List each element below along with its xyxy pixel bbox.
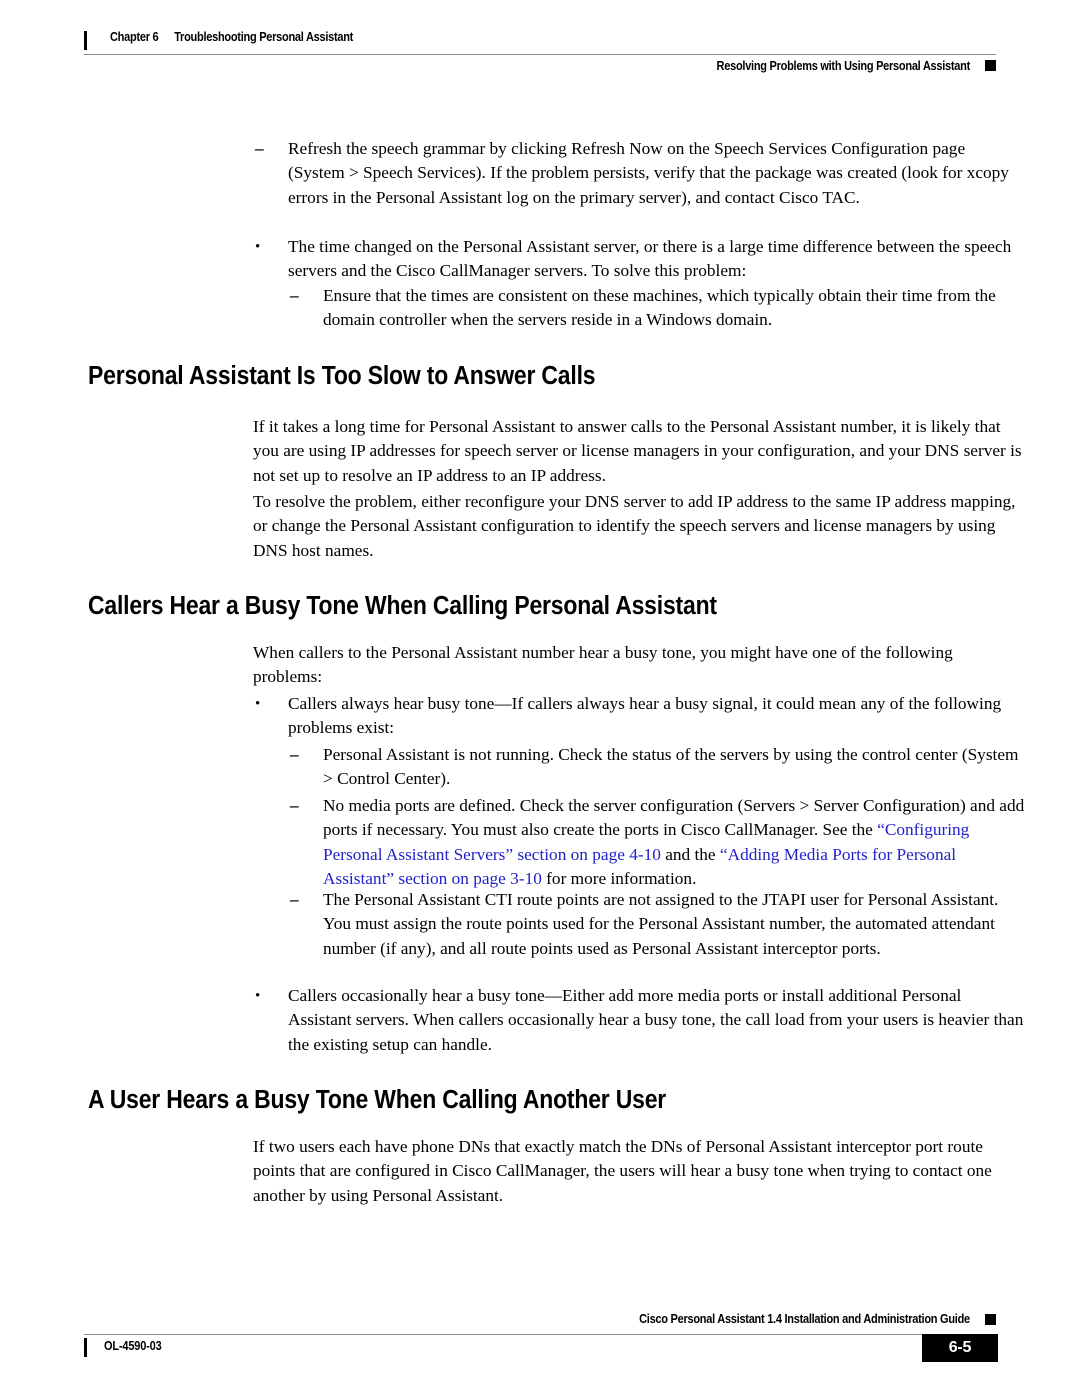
header-chapter-title: Troubleshooting Personal Assistant <box>174 30 354 44</box>
dash-marker: – <box>290 796 299 815</box>
section-heading-user-hears-busy-tone: A User Hears a Busy Tone When Calling An… <box>88 1086 667 1114</box>
section3-paragraph-1: If two users each have phone DNs that ex… <box>253 1137 992 1205</box>
list-item-text: Callers occasionally hear a busy tone—Ei… <box>288 986 1024 1054</box>
document-page: Chapter 6 Troubleshooting Personal Assist… <box>0 0 1080 1397</box>
running-header-top: Chapter 6 Troubleshooting Personal Assist… <box>84 30 996 56</box>
xref-mid-text: and the <box>660 844 720 864</box>
header-chapter-number: Chapter 6 <box>110 30 159 44</box>
header-rule <box>84 54 996 55</box>
section1-paragraph-2: To resolve the problem, either reconfigu… <box>253 492 1016 560</box>
bullet-marker: • <box>255 988 261 1004</box>
list-item: – Personal Assistant is not running. Che… <box>290 743 1025 792</box>
footer-rule <box>84 1334 996 1335</box>
list-item-text: Ensure that the times are consistent on … <box>323 286 996 330</box>
list-item: • Callers always hear busy tone—If calle… <box>255 692 1025 741</box>
dash-marker: – <box>255 139 264 158</box>
running-header-bottom: Resolving Problems with Using Personal A… <box>84 56 996 82</box>
list-item-text: The time changed on the Personal Assista… <box>288 237 1012 281</box>
footer-guide-title: Cisco Personal Assistant 1.4 Installatio… <box>639 1312 970 1326</box>
list-item-text: The Personal Assistant CTI route points … <box>323 890 999 958</box>
bullet-marker: • <box>255 239 261 255</box>
header-chapter-label: Chapter 6 Troubleshooting Personal Assist… <box>110 30 353 44</box>
section1-paragraph-1: If it takes a long time for Personal Ass… <box>253 417 1022 485</box>
footer-black-square-marker <box>985 1314 996 1325</box>
bullet-marker: • <box>255 696 261 712</box>
list-item: • The time changed on the Personal Assis… <box>255 235 1025 284</box>
list-item-text: Callers always hear busy tone—If callers… <box>288 694 1002 738</box>
dash-marker: – <box>290 890 299 909</box>
list-item: – Refresh the speech grammar by clicking… <box>255 137 1025 210</box>
list-item-text: Refresh the speech grammar by clicking R… <box>288 139 1009 207</box>
running-footer: Cisco Personal Assistant 1.4 Installatio… <box>84 1312 998 1374</box>
section-heading-callers-hear-busy-tone: Callers Hear a Busy Tone When Calling Pe… <box>88 592 717 620</box>
header-left-tick-mark <box>84 31 87 50</box>
header-black-square-marker <box>985 60 996 71</box>
xref-tail-text: for more information. <box>541 869 697 889</box>
list-item-text: Personal Assistant is not running. Check… <box>323 745 1019 789</box>
dash-marker: – <box>290 745 299 764</box>
section-heading-personal-assistant-too-slow: Personal Assistant Is Too Slow to Answer… <box>88 362 596 390</box>
section2-paragraph-1: When callers to the Personal Assistant n… <box>253 643 953 687</box>
footer-left-tick-mark <box>84 1338 87 1357</box>
list-item: • Callers occasionally hear a busy tone—… <box>255 984 1025 1057</box>
list-item: – Ensure that the times are consistent o… <box>290 284 1025 333</box>
list-item-with-cross-references: – No media ports are defined. Check the … <box>290 794 1025 892</box>
list-item-text: No media ports are defined. Check the se… <box>323 794 1025 892</box>
footer-document-id: OL-4590-03 <box>104 1339 162 1353</box>
running-header: Chapter 6 Troubleshooting Personal Assist… <box>84 30 996 82</box>
footer-page-number-box: 6-5 <box>922 1334 998 1362</box>
header-section-title: Resolving Problems with Using Personal A… <box>716 59 971 73</box>
list-item: – The Personal Assistant CTI route point… <box>290 888 1025 961</box>
dash-marker: – <box>290 286 299 305</box>
